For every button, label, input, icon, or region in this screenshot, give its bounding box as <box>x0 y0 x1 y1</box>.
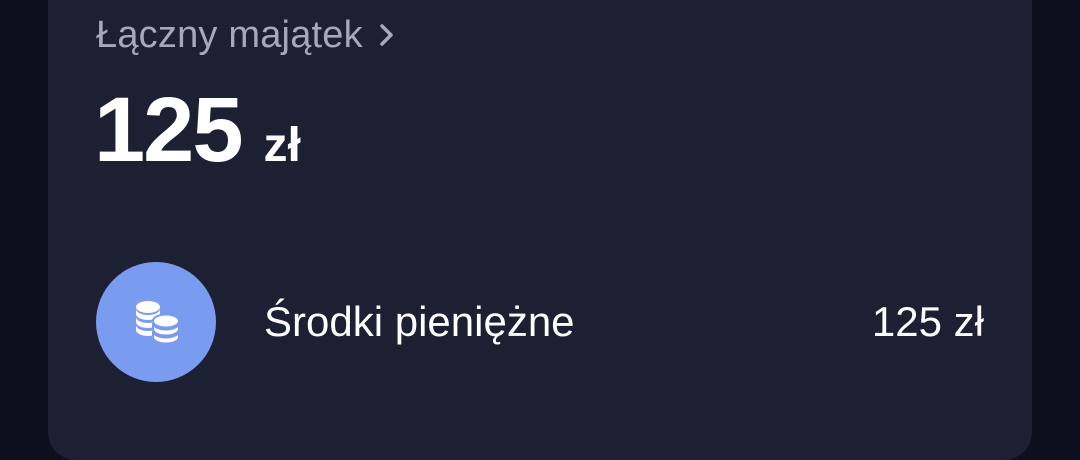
coins-icon <box>96 262 216 382</box>
total-assets-header-link[interactable]: Łączny majątek <box>96 10 397 60</box>
total-assets-value: 125 zł <box>94 78 301 183</box>
asset-row-cash[interactable]: Środki pieniężne 125 zł <box>96 262 984 382</box>
total-assets-title: Łączny majątek <box>96 13 363 56</box>
total-amount: 125 <box>94 79 243 181</box>
asset-label-cash: Środki pieniężne <box>264 298 575 345</box>
chevron-right-icon <box>377 20 397 50</box>
total-assets-card <box>48 0 1032 460</box>
asset-value-cash: 125 zł <box>871 298 984 345</box>
total-currency: zł <box>263 119 301 172</box>
